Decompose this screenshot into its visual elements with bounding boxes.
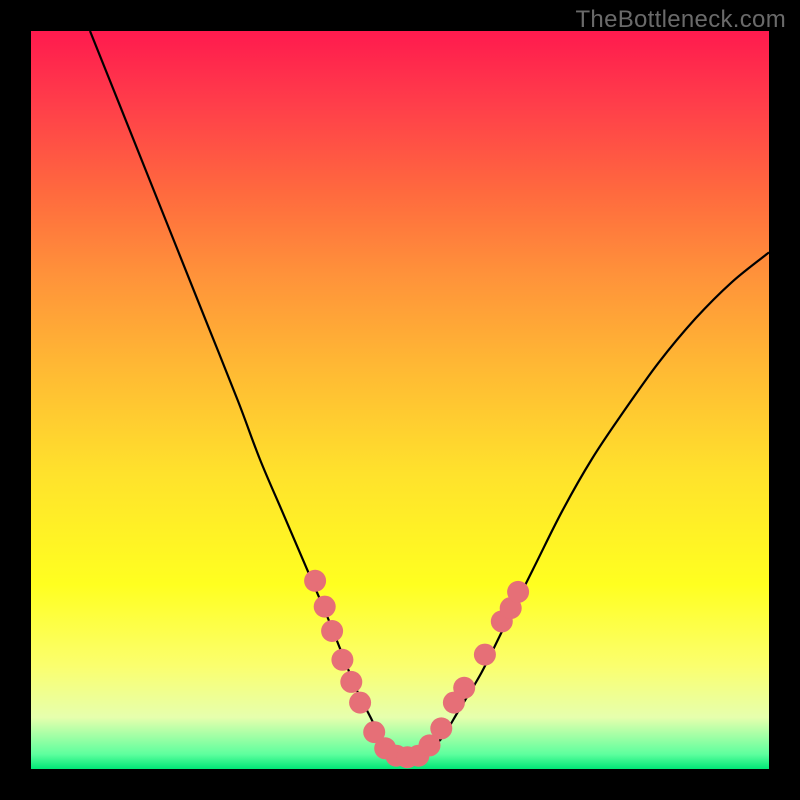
data-marker [314, 596, 336, 618]
chart-frame: TheBottleneck.com [0, 0, 800, 800]
data-marker [349, 692, 371, 714]
marker-group [304, 570, 529, 768]
data-marker [304, 570, 326, 592]
data-marker [331, 649, 353, 671]
chart-svg [31, 31, 769, 769]
data-marker [340, 671, 362, 693]
data-marker [453, 677, 475, 699]
bottleneck-curve [90, 31, 769, 758]
data-marker [507, 581, 529, 603]
watermark-text: TheBottleneck.com [575, 6, 786, 34]
data-marker [430, 717, 452, 739]
data-marker [321, 620, 343, 642]
plot-area [31, 31, 769, 769]
data-marker [474, 644, 496, 666]
